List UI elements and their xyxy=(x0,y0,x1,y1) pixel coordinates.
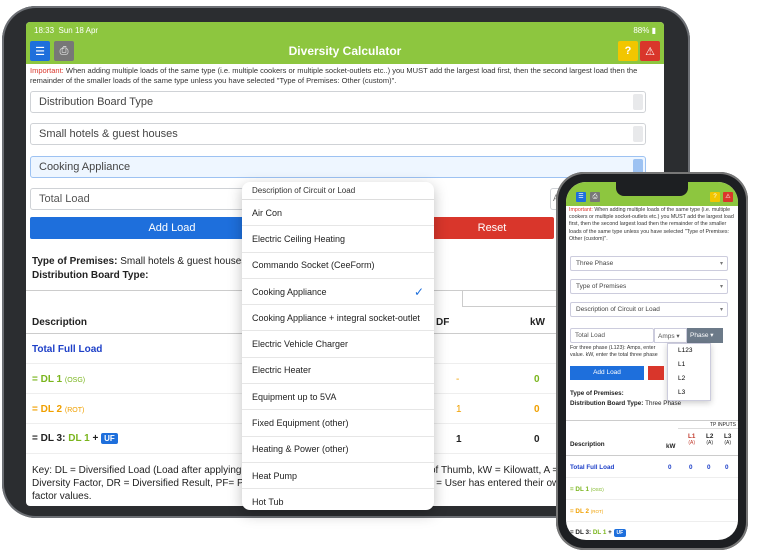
picker-option-label: Electric Ceiling Heating xyxy=(252,233,346,244)
premises-info: Type of Premises: Small hotels & guest h… xyxy=(32,256,247,267)
distribution-board-select[interactable]: Distribution Board Type xyxy=(30,91,646,113)
picker-option[interactable]: Electric Heater xyxy=(242,358,434,385)
picker-option[interactable]: Fixed Equipment (other) xyxy=(242,410,434,437)
table-row: Total Full Load 0 0 0 0 xyxy=(566,456,738,478)
col-df: DF xyxy=(436,317,450,328)
reset-button[interactable] xyxy=(648,366,664,380)
picker-option-label: Cooking Appliance + integral socket-outl… xyxy=(252,312,420,323)
premises-select[interactable]: Small hotels & guest houses xyxy=(30,123,646,145)
total-load-input[interactable]: Total Load xyxy=(30,188,244,210)
picker-option-label: Electric Heater xyxy=(252,365,312,376)
picker-option[interactable]: Electric Vehicle Charger xyxy=(242,331,434,358)
picker-option-label: Heating & Power (other) xyxy=(252,444,349,455)
important-notice: Important: When adding multiple loads of… xyxy=(30,66,638,85)
col-description: Description xyxy=(32,317,88,328)
picker-option[interactable]: Air Con xyxy=(242,200,434,227)
status-bar: 18:33 Sun 18 Apr 88% ▮ xyxy=(26,22,664,38)
uf-badge[interactable]: UF xyxy=(613,529,627,537)
alert-icon[interactable]: ⚠ xyxy=(640,41,660,61)
picker-option[interactable]: Commando Socket (CeeForm) xyxy=(242,253,434,279)
uf-badge[interactable]: UF xyxy=(101,433,118,444)
chevron-down-icon xyxy=(633,126,643,142)
menu-icon[interactable]: ☰ xyxy=(30,41,50,61)
help-icon[interactable]: ? xyxy=(710,192,720,202)
phase-option[interactable]: L1 xyxy=(668,358,710,372)
picker-option[interactable]: Equipment up to 5VA xyxy=(242,384,434,411)
picker-option[interactable]: Cooking Appliance + integral socket-outl… xyxy=(242,305,434,332)
chevron-down-icon xyxy=(633,94,643,110)
picker-option-label: Commando Socket (CeeForm) xyxy=(252,260,375,271)
picker-option-label: Cooking Appliance xyxy=(252,286,327,297)
picker-option[interactable]: Heating & Power (other) xyxy=(242,437,434,463)
phase-menu: L123 L1 L2 L3 xyxy=(667,343,711,401)
print-icon[interactable]: ⎙ xyxy=(590,192,600,202)
circuit-load-select[interactable]: Cooking Appliance xyxy=(30,156,646,178)
table-row: = DL 2 (ROT) xyxy=(566,500,738,522)
add-load-button[interactable]: Add Load xyxy=(570,366,644,380)
premises-select[interactable]: Type of Premises ▾ xyxy=(570,279,728,294)
picker-option[interactable]: Heat Pump xyxy=(242,463,434,490)
table-row: = DL 1 (OSG) xyxy=(566,478,738,500)
alert-icon[interactable]: ⚠ xyxy=(723,192,733,202)
total-load-input[interactable]: Total Load xyxy=(570,328,654,343)
picker-list: Air Con Electric Ceiling Heating Commando … xyxy=(242,200,434,510)
picker-option-label: Heat Pump xyxy=(252,470,298,481)
table-row: = DL 3: DL 1 + UF xyxy=(566,522,738,540)
phase-option[interactable]: L2 xyxy=(668,372,710,386)
col-kw: kW xyxy=(530,317,545,328)
phone-device: ☰ ⎙ ? ⚠ Important: When adding multiple … xyxy=(556,172,748,550)
phase-option[interactable]: L123 xyxy=(668,344,710,358)
page-title: Diversity Calculator xyxy=(288,44,402,58)
help-icon[interactable]: ? xyxy=(618,41,638,61)
important-notice: Important: When adding multiple loads of… xyxy=(569,207,734,242)
circuit-load-select[interactable]: Description of Circuit or Load ▾ xyxy=(570,302,728,317)
circuit-load-picker: Description of Circuit or Load Air Con El… xyxy=(242,182,434,510)
picker-header: Description of Circuit or Load xyxy=(242,182,434,200)
chevron-down-icon: ▾ xyxy=(719,307,723,313)
table-header: TP INPUTS Description kW L1 (A) L2 (A) L3(… xyxy=(566,420,738,456)
notch xyxy=(616,182,688,196)
db-type-info: Distribution Board Type: xyxy=(32,270,149,281)
print-icon[interactable]: ⎙ xyxy=(54,41,74,61)
picker-option-label: Hot Tub xyxy=(252,496,284,507)
checkmark-icon: ✓ xyxy=(413,284,424,299)
three-phase-hint: For three phase (L123): Amps, enter valu… xyxy=(570,345,658,358)
status-time: 18:33 Sun 18 Apr xyxy=(34,25,99,35)
app-header: ☰ ⎙ Diversity Calculator ? ⚠ xyxy=(26,38,664,64)
picker-option[interactable]: Cooking Appliance ✓ xyxy=(242,279,434,306)
premises-info: Type of Premises: xyxy=(570,390,624,397)
db-type-info: Distribution Board Type: Three Phase xyxy=(570,400,682,407)
phase-select[interactable]: Phase ▾ xyxy=(687,328,723,343)
phase-type-select[interactable]: Three Phase ▾ xyxy=(570,256,728,271)
phone-header: ☰ ⎙ ? ⚠ xyxy=(566,182,738,206)
chevron-down-icon: ▾ xyxy=(719,284,723,290)
phone-screen: ☰ ⎙ ? ⚠ Important: When adding multiple … xyxy=(566,182,738,540)
picker-option-label: Electric Vehicle Charger xyxy=(252,339,349,350)
picker-option[interactable]: Electric Ceiling Heating xyxy=(242,226,434,253)
reset-button[interactable]: Reset xyxy=(430,217,554,239)
chevron-down-icon: ▾ xyxy=(719,261,723,267)
status-battery: 88% ▮ xyxy=(633,25,656,35)
picker-option-label: Equipment up to 5VA xyxy=(252,391,337,402)
picker-option-label: Fixed Equipment (other) xyxy=(252,418,349,429)
menu-icon[interactable]: ☰ xyxy=(576,192,586,202)
picker-option-label: Air Con xyxy=(252,207,283,218)
phase-option[interactable]: L3 xyxy=(668,386,710,400)
picker-option[interactable]: Hot Tub xyxy=(242,489,434,510)
amps-select[interactable]: Amps ▾ xyxy=(654,328,687,343)
